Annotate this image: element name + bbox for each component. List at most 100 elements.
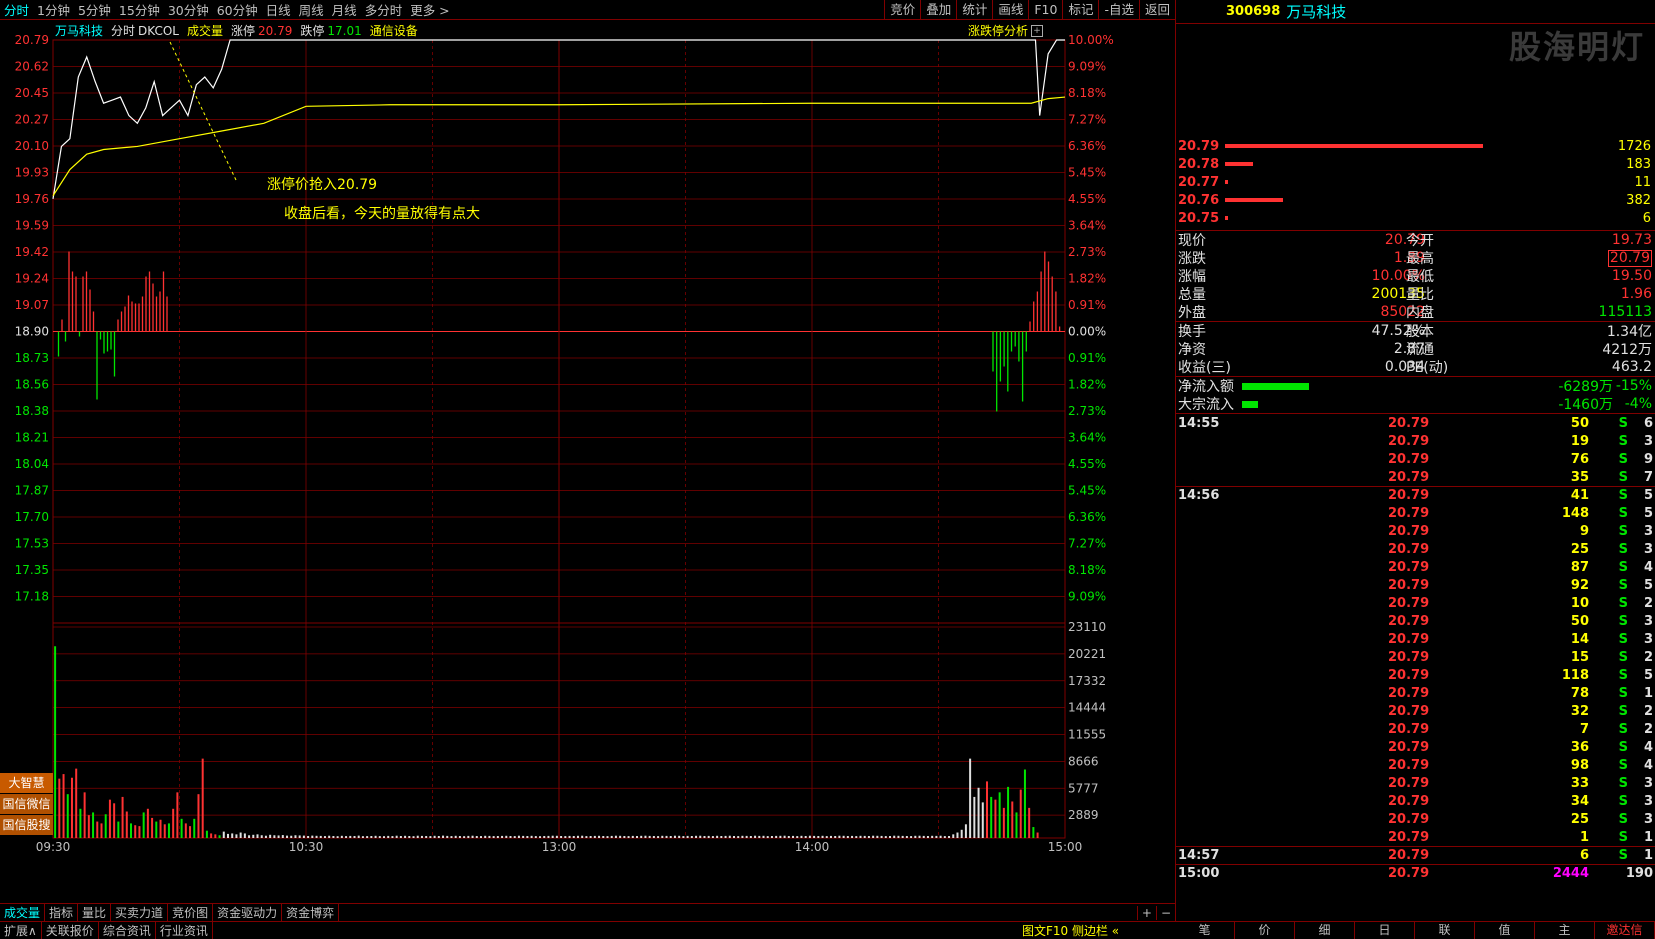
pct-tick-label: 1.82%: [1068, 378, 1106, 392]
quote-row: 外盘 85022 内盘 115113: [1176, 303, 1655, 321]
tick-side: S: [1618, 415, 1628, 431]
quote2-label: 换手: [1178, 324, 1206, 340]
tick-volume: 32: [1570, 703, 1589, 719]
tick-price: 20.79: [1388, 469, 1430, 485]
indicator-tab-1[interactable]: 指标: [45, 904, 79, 921]
side-button-search[interactable]: 国信股搜: [0, 815, 53, 835]
tick-row: 20.79 33 S 3: [1176, 774, 1655, 792]
right-tab-1[interactable]: 价: [1235, 921, 1295, 939]
tick-side: S: [1618, 488, 1628, 503]
tick-price: 20.79: [1388, 631, 1430, 647]
quote2-value-2: 463.2: [1611, 359, 1652, 375]
tick-row: 20.79 9 S 3: [1176, 522, 1655, 540]
side-button-dzh[interactable]: 大智慧: [0, 773, 53, 793]
zoom-in-icon[interactable]: +: [1136, 905, 1157, 920]
tick-list[interactable]: 14:55 20.79 50 S 6 20.79 19 S 3 20.79 76 S 9 20.79 35 S…: [1176, 414, 1655, 882]
bottom-bar-item-2[interactable]: 综合资讯: [99, 922, 156, 939]
tick-price: 20.79: [1388, 757, 1430, 773]
tick-volume: 7: [1579, 721, 1589, 737]
tick-price: 20.79: [1388, 523, 1430, 539]
sidebar-toggle[interactable]: 图文F10 侧边栏 «: [1018, 922, 1123, 939]
right-tab-4[interactable]: 联: [1415, 921, 1475, 939]
indicator-tab-6[interactable]: 资金博弈: [282, 904, 340, 921]
volume-tick-label: 11555: [1068, 728, 1106, 742]
volume-tick-label: 2889: [1068, 808, 1099, 822]
tick-price: 20.79: [1388, 649, 1430, 665]
right-tab-0[interactable]: 笔: [1175, 921, 1235, 939]
price-tick-label: 20.45: [15, 86, 49, 100]
tick-side: S: [1618, 667, 1628, 683]
price-tick-label: 17.87: [15, 484, 49, 498]
right-tab-3[interactable]: 日: [1355, 921, 1415, 939]
time-tick-label: 15:00: [1048, 840, 1083, 854]
quote2-row: 换手 47.52% 股本 1.34亿: [1176, 322, 1655, 340]
order-book: 20.79 1726 20.78 183 20.77 11 20.76 382 20.75 6: [1176, 134, 1655, 231]
tick-row: 20.79 25 S 3: [1176, 540, 1655, 558]
right-tab-6[interactable]: 主: [1535, 921, 1595, 939]
quote-label: 现价: [1178, 233, 1206, 249]
indicator-tab-0[interactable]: 成交量: [0, 904, 46, 921]
tick-volume: 1: [1579, 829, 1589, 845]
price-tick-label: 18.73: [15, 351, 49, 365]
tick-count: 2: [1643, 703, 1653, 719]
tick-count: 3: [1643, 541, 1653, 557]
indicator-tab-2[interactable]: 量比: [78, 904, 112, 921]
flow-value: -6289万: [1558, 379, 1613, 395]
tick-row: 20.79 10 S 2: [1176, 594, 1655, 612]
book-volume: 183: [1626, 156, 1651, 172]
tick-side: S: [1618, 775, 1628, 791]
tick-row: 20.79 78 S 1: [1176, 684, 1655, 702]
tick-count: 5: [1643, 488, 1653, 503]
book-bar: [1225, 198, 1283, 202]
pct-tick-label: 7.27%: [1068, 537, 1106, 551]
tick-count: 3: [1643, 523, 1653, 539]
tick-volume: 36: [1570, 739, 1589, 755]
tick-count: 3: [1643, 793, 1653, 809]
tick-price: 20.79: [1388, 433, 1430, 449]
right-tab-2[interactable]: 细: [1295, 921, 1355, 939]
tick-side: S: [1618, 505, 1628, 521]
quote-value-2: 19.50: [1611, 268, 1652, 284]
order-book-row: 20.78 183: [1176, 155, 1655, 173]
book-bar: [1225, 144, 1483, 148]
tick-price: 20.79: [1388, 451, 1430, 467]
tick-volume: 25: [1570, 811, 1589, 827]
zoom-out-icon[interactable]: −: [1157, 906, 1175, 920]
price-tick-label: 20.10: [15, 139, 49, 153]
tick-side: S: [1618, 757, 1628, 773]
price-tick-label: 19.24: [15, 272, 49, 286]
book-price: 20.76: [1178, 192, 1220, 208]
bottom-bar-item-3[interactable]: 行业资讯: [156, 922, 213, 939]
indicator-tab-3[interactable]: 买卖力道: [111, 904, 169, 921]
bottom-bar-item-1[interactable]: 关联报价: [42, 922, 99, 939]
pct-tick-label: 9.09%: [1068, 590, 1106, 604]
right-tab-5[interactable]: 值: [1475, 921, 1535, 939]
right-tab-7[interactable]: 邀达信: [1595, 921, 1655, 939]
bottom-bar-item-0[interactable]: 扩展∧: [0, 922, 42, 939]
tick-price: 20.79: [1388, 866, 1430, 881]
watermark-logo: 股海明灯: [1508, 28, 1645, 66]
intraday-chart[interactable]: 20.79 10.00% 20.62 9.09% 20.45 8.18% 20.27 7.27…: [0, 0, 1175, 939]
tick-count: 1: [1643, 685, 1653, 701]
order-book-row: 20.79 1726: [1176, 137, 1655, 155]
stock-header: 300698 万马科技: [1176, 0, 1655, 24]
tick-price: 20.79: [1388, 829, 1430, 845]
side-button-wechat[interactable]: 国信微信: [0, 794, 53, 814]
pct-tick-label: 5.45%: [1068, 484, 1106, 498]
tick-side: S: [1618, 613, 1628, 629]
tick-count: 3: [1643, 811, 1653, 827]
tick-side: S: [1618, 793, 1628, 809]
indicator-tab-4[interactable]: 竞价图: [168, 904, 214, 921]
quote-value-2: 1.96: [1620, 286, 1652, 302]
tick-time: 14:57: [1178, 848, 1220, 863]
tick-side: S: [1618, 739, 1628, 755]
pct-tick-label: 8.18%: [1068, 563, 1106, 577]
tick-volume: 9: [1579, 523, 1589, 539]
indicator-tab-5[interactable]: 资金驱动力: [213, 904, 283, 921]
tick-price: 20.79: [1388, 721, 1430, 737]
flow-pct: -15%: [1615, 378, 1652, 394]
tick-row: 20.79 87 S 4: [1176, 558, 1655, 576]
quote-label: 外盘: [1178, 305, 1206, 321]
pct-tick-label: 10.00%: [1068, 33, 1114, 47]
watermark-area: 股海明灯: [1176, 24, 1655, 134]
